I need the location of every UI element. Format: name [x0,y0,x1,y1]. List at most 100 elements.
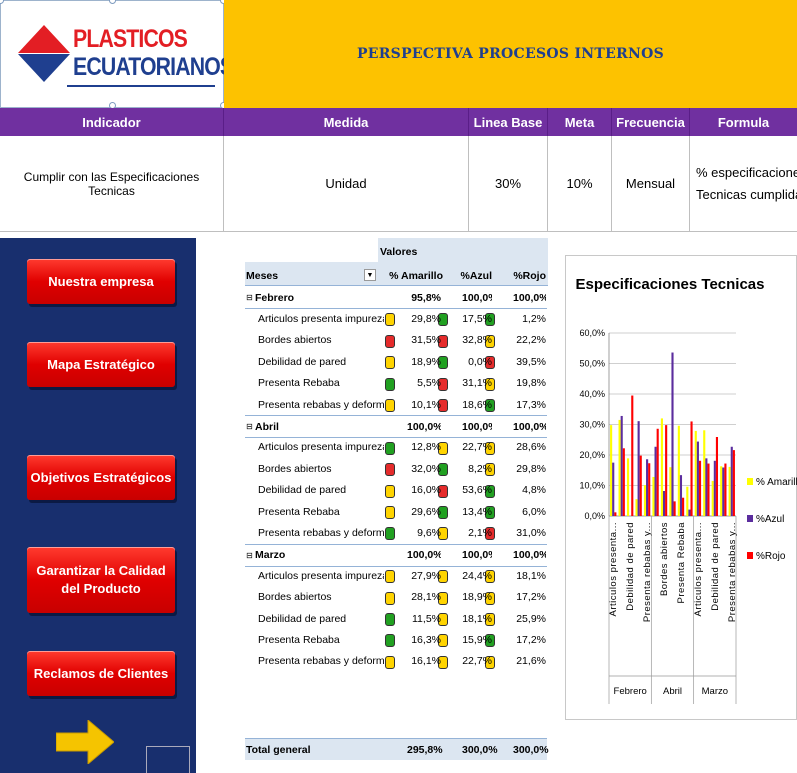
collapse-icon[interactable]: ⊟ [246,422,253,431]
chart-bar [698,460,702,516]
chart-bar [665,425,668,516]
cell-indicador: Cumplir con las Especificaciones Tecnica… [0,136,224,232]
nav-button-nuestra-empresa[interactable]: Nuestra empresa [27,259,175,304]
cell-rojo: 22,2% [516,334,546,347]
next-arrow-icon[interactable] [56,720,114,764]
cell-linea-base: 30% [469,136,548,232]
nav-button-reclamos-clientes[interactable]: Reclamos de Clientes [27,651,175,696]
chart-bar [612,462,615,517]
cell-amarillo: 10,1% [411,398,441,411]
x-category-label: Articulos presenta... [693,522,704,616]
chart-title: Especificaciones Tecnicas [576,276,765,293]
chart-bar [724,463,727,516]
cell-azul: 22,7% [462,441,492,454]
pivot-data-row[interactable]: Debilidad de pared 11,5% 18,1% 25,9% [245,608,547,629]
cell-rojo: 6,0% [522,505,546,518]
cell-rojo: 28,6% [516,441,546,454]
pivot-row-label: Debilidad de pared [258,612,347,625]
pivot-group-row[interactable]: ⊟Marzo 100,0% 100,0% 100,0% [245,543,547,567]
chart-bar [626,458,630,516]
pivot-data-row[interactable]: Presenta Rebaba 5,5% 31,1% 19,8% [245,373,547,394]
nav-button-objetivos-estrategicos[interactable]: Objetivos Estratégicos [27,455,175,500]
legend-swatch [747,515,753,522]
pivot-data-row[interactable]: Articulos presenta impurezas 27,9% 24,4% 18… [245,565,547,586]
pivot-data-row[interactable]: Presenta rebabas y deformacio 16,1% 22,7% 2… [245,651,547,672]
pivot-data-row[interactable]: Presenta rebabas y deformacio 10,1% 18,6% 1… [245,394,547,415]
cell-rojo: 100,0% [513,420,546,433]
selection-handle[interactable] [109,0,116,4]
selection-handle[interactable] [0,0,4,4]
chart-bar [654,446,657,516]
header-linea-base: Linea Base [469,108,548,136]
cell-rojo: 100,0% [513,549,546,562]
collapse-icon[interactable]: ⊟ [246,551,253,560]
status-indicator-icon [385,527,395,541]
pivot-row-label: Articulos presenta impurezas [258,312,384,325]
pivot-group-row[interactable]: ⊟Abril 100,0% 100,0% 100,0% [245,415,547,439]
chart-bar [656,428,659,516]
y-tick-label: 50,0% [579,359,605,369]
pivot-row-label: Presenta Rebaba [258,505,340,518]
pivot-table: Valores Meses ▼ % Amarillo %Azul %Rojo ⊟… [245,238,549,773]
pivot-row-label: Presenta Rebaba [258,377,340,390]
cell-rojo: 19,8% [516,377,546,390]
status-indicator-icon [385,313,395,327]
cell-amarillo: 18,9% [411,355,441,368]
cell-amarillo: 9,6% [417,526,441,539]
status-indicator-icon [385,463,395,477]
cell-azul: 24,4% [462,569,492,582]
pivot-total-row: Total general 295,8% 300,0% 300,0% [245,738,549,760]
pivot-group-label: Febrero [255,291,295,304]
cell-rojo: 29,8% [516,462,546,475]
legend-label: %Rojo [756,551,786,562]
chart-bar [728,466,731,516]
cell-rojo: 17,3% [516,398,546,411]
pivot-data-row[interactable]: Articulos presenta impurezas 12,8% 22,7% 28… [245,437,547,458]
chart-bar [671,352,674,516]
status-indicator-icon [385,570,395,584]
pivot-data-row[interactable]: Presenta rebabas y deformacio 9,6% 2,1% 31,… [245,522,547,543]
cell-azul: 100,0% [462,291,492,304]
header-indicador: Indicador [0,108,224,136]
pivot-data-row[interactable]: Bordes abiertos 28,1% 18,9% 17,2% [245,587,547,608]
cell-amarillo: 29,6% [411,505,441,518]
pivot-group-row[interactable]: ⊟Febrero 95,8% 100,0% 100,0% [245,287,547,309]
pivot-row-label: Bordes abiertos [258,462,332,475]
cell-rojo: 18,1% [516,569,546,582]
status-indicator-icon [385,591,395,605]
pivot-data-row[interactable]: Articulos presenta impurezas 29,8% 17,5% 1,… [245,308,547,329]
cell-azul: 0,0% [468,355,492,368]
legend-swatch [747,478,753,485]
chart-container[interactable]: Especificaciones Tecnicas 0,0% 10,0% 20,0% 3… [565,255,797,720]
cell-azul: 22,7% [462,655,492,668]
nav-button-garantizar-calidad[interactable]: Garantizar la Calidad del Producto [27,547,175,613]
bar-chart: Especificaciones Tecnicas 0,0% 10,0% 20,0% 3… [576,276,797,704]
x-category-label: Debilidad de pared [710,522,721,611]
x-category-label: Presenta Rebaba [676,522,687,604]
cell-azul: 15,9% [462,633,492,646]
logo-diamond-blue [18,54,70,82]
status-indicator-icon [385,506,395,519]
chart-bar [635,499,638,516]
total-amarillo: 295,8% [407,744,443,756]
filter-dropdown-icon[interactable]: ▼ [364,269,376,281]
pivot-data-row[interactable]: Presenta Rebaba 29,6% 13,4% 6,0% [245,501,547,522]
pivot-data-row[interactable]: Debilidad de pared 18,9% 0,0% 39,5% [245,351,547,372]
cell-azul: 31,1% [462,377,492,390]
pivot-data-row[interactable]: Debilidad de pared 16,0% 53,6% 4,8% [245,480,547,501]
cell-rojo: 39,5% [516,355,546,368]
chart-bar [646,459,649,516]
pivot-data-row[interactable]: Presenta Rebaba 16,3% 15,9% 17,2% [245,629,547,650]
pivot-data-row[interactable]: Bordes abiertos 32,0% 8,2% 29,8% [245,458,547,479]
pivot-valores-label: Valores [380,246,418,258]
pivot-data-row[interactable]: Bordes abiertos 31,5% 32,8% 22,2% [245,330,547,351]
x-group-label: Marzo [702,686,728,697]
pivot-row-label: Articulos presenta impurezas [258,441,384,454]
chart-bar [679,475,683,516]
collapse-icon[interactable]: ⊟ [246,293,253,302]
nav-button-mapa-estrategico[interactable]: Mapa Estratégico [27,342,175,387]
chart-bar [637,421,640,516]
x-category-label: Articulos presenta... [608,522,619,616]
cell-amarillo: 5,5% [417,377,441,390]
x-group-label: Febrero [614,686,647,697]
